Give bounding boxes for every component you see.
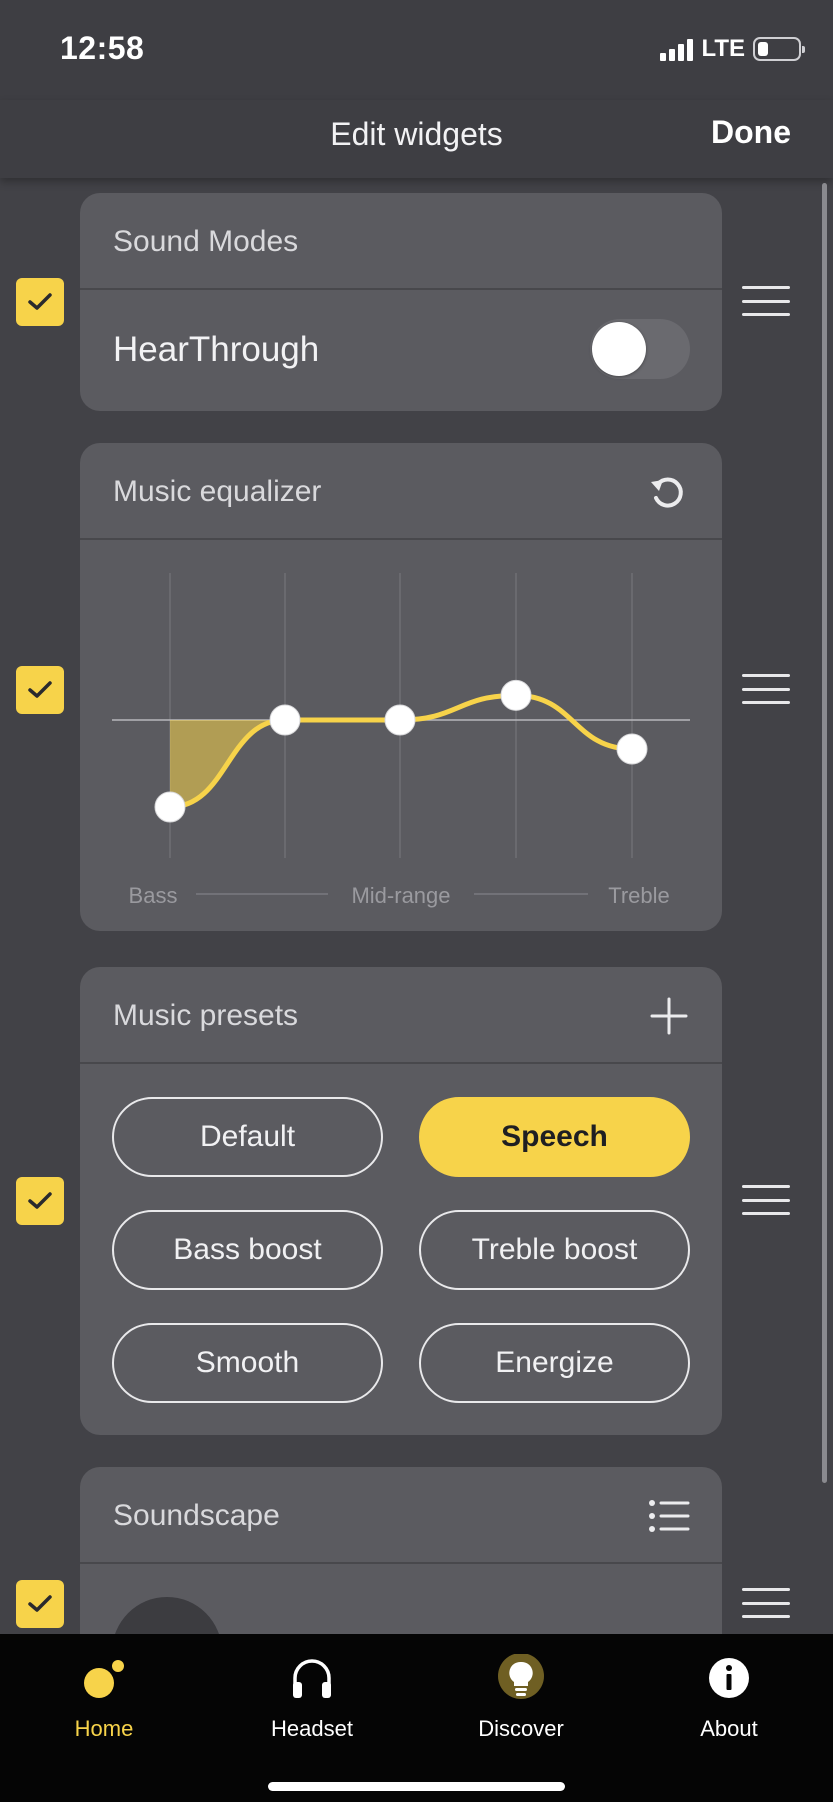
eq-handle-band-3[interactable] [384, 704, 416, 736]
cellular-signal-icon [660, 37, 694, 61]
reset-icon[interactable] [646, 469, 692, 515]
home-icon [84, 1660, 124, 1698]
eq-handle-band-2[interactable] [269, 704, 301, 736]
soundscape-drag-handle[interactable] [742, 1588, 790, 1618]
preset-treble-boost-button[interactable]: Treble boost [419, 1210, 690, 1290]
music-presets-title: Music presets [113, 999, 299, 1032]
eq-handle-band-5[interactable] [616, 733, 648, 765]
music-presets-drag-handle[interactable] [742, 1185, 790, 1215]
eq-handle-band-1[interactable] [154, 791, 186, 823]
sound-modes-checkbox[interactable] [16, 278, 64, 326]
music-equalizer-drag-handle[interactable] [742, 674, 790, 704]
info-icon [709, 1658, 749, 1698]
checkmark-icon [28, 681, 52, 698]
preset-speech-button[interactable]: Speech [419, 1097, 690, 1177]
tab-home-label: Home [74, 1716, 134, 1741]
tab-headset[interactable]: Headset [237, 1634, 387, 1774]
soundscape-widget: Soundscape [80, 1467, 722, 1634]
sound-modes-drag-handle[interactable] [742, 286, 790, 316]
soundscape-checkbox[interactable] [16, 1580, 64, 1628]
eq-label-treble: Treble [608, 883, 670, 908]
preset-grid: Default Speech Bass boost Treble boost S… [112, 1097, 690, 1403]
eq-label-bass: Bass [129, 883, 178, 908]
music-equalizer-title: Music equalizer [113, 475, 322, 508]
toggle-knob [592, 322, 646, 376]
hearthrough-label: HearThrough [113, 330, 320, 369]
list-icon[interactable] [646, 1493, 692, 1539]
preset-bass-boost-button[interactable]: Bass boost [112, 1210, 383, 1290]
music-equalizer-checkbox[interactable] [16, 666, 64, 714]
sound-modes-header: Sound Modes [80, 193, 722, 290]
home-indicator [268, 1782, 565, 1791]
sound-modes-widget: Sound Modes HearThrough [80, 193, 722, 411]
music-equalizer-widget: Music equalizer Bass Mid-range Treble [80, 443, 722, 931]
preset-smooth-button[interactable]: Smooth [112, 1323, 383, 1403]
soundscape-title: Soundscape [113, 1499, 280, 1532]
network-type: LTE [701, 35, 745, 62]
status-indicators: LTE [660, 34, 805, 64]
nav-header: Edit widgets Done [0, 100, 833, 178]
tab-discover[interactable]: Discover [446, 1634, 596, 1774]
music-presets-checkbox[interactable] [16, 1177, 64, 1225]
soundscape-play-button[interactable] [112, 1597, 222, 1634]
preset-energize-button[interactable]: Energize [419, 1323, 690, 1403]
lightbulb-icon [498, 1654, 544, 1699]
eq-label-mid: Mid-range [351, 883, 450, 908]
equalizer-graph[interactable]: Bass Mid-range Treble [80, 540, 722, 929]
music-presets-widget: Music presets Default Speech Bass boost … [80, 967, 722, 1435]
tab-home[interactable]: Home [29, 1634, 179, 1774]
equalizer-svg[interactable]: Bass Mid-range Treble [80, 540, 722, 929]
status-bar: 12:58 LTE [0, 0, 833, 100]
battery-icon [753, 37, 805, 61]
tab-discover-label: Discover [478, 1716, 564, 1741]
checkmark-icon [28, 1192, 52, 1209]
hearthrough-row: HearThrough [80, 290, 722, 410]
sound-modes-title: Sound Modes [113, 225, 299, 258]
add-preset-icon[interactable] [646, 993, 692, 1039]
status-time: 12:58 [60, 30, 145, 66]
checkmark-icon [28, 293, 52, 310]
checkmark-icon [28, 1595, 52, 1612]
tab-about[interactable]: About [654, 1634, 804, 1774]
tab-about-label: About [700, 1716, 758, 1741]
hearthrough-toggle[interactable] [590, 319, 690, 379]
headphones-icon [293, 1659, 331, 1698]
music-presets-header: Music presets [80, 967, 722, 1064]
scrollbar[interactable] [822, 183, 827, 1483]
soundscape-header: Soundscape [80, 1467, 722, 1564]
preset-default-button[interactable]: Default [112, 1097, 383, 1177]
tab-headset-label: Headset [271, 1716, 353, 1741]
music-equalizer-header: Music equalizer [80, 443, 722, 540]
page-title: Edit widgets [330, 116, 503, 152]
tab-bar: Home Headset Discover About [0, 1634, 833, 1802]
widget-list[interactable]: Sound Modes HearThrough Music equalizer [0, 178, 833, 1634]
done-button[interactable]: Done [711, 114, 791, 151]
eq-handle-band-4[interactable] [500, 679, 532, 711]
